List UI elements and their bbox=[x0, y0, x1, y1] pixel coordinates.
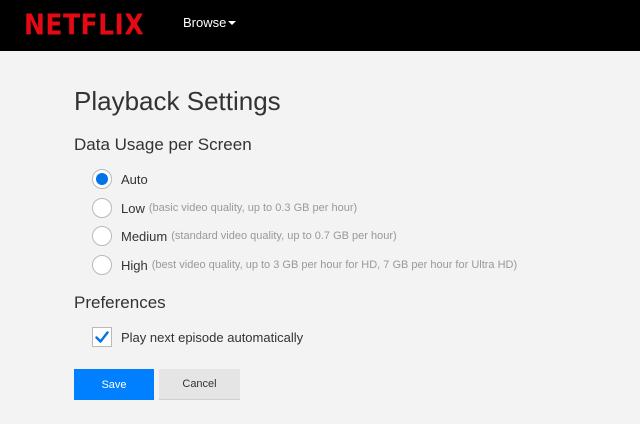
preferences-heading: Preferences bbox=[74, 293, 166, 312]
browse-label: Browse bbox=[183, 15, 227, 30]
radio-button-low[interactable] bbox=[92, 198, 112, 218]
autoplay-label: Play next episode automatically bbox=[121, 329, 304, 345]
radio-description-medium: (standard video quality, up to 0.7 GB pe… bbox=[171, 230, 397, 242]
data-usage-heading: Data Usage per Screen bbox=[74, 135, 252, 154]
radio-option-medium[interactable]: Medium (standard video quality, up to 0.… bbox=[92, 225, 397, 247]
radio-option-auto[interactable]: Auto bbox=[92, 168, 148, 190]
page-title: Playback Settings bbox=[74, 86, 281, 116]
cancel-button[interactable]: Cancel bbox=[159, 369, 240, 400]
netflix-logo[interactable]: NETFLIX bbox=[24, 8, 144, 41]
browse-menu-button[interactable]: Browse bbox=[183, 15, 237, 30]
radio-description-high: (best video quality, up to 3 GB per hour… bbox=[151, 259, 518, 271]
radio-option-high[interactable]: High (best video quality, up to 3 GB per… bbox=[92, 254, 517, 276]
radio-label-auto: Auto bbox=[121, 171, 148, 187]
autoplay-checkbox[interactable] bbox=[92, 327, 112, 347]
autoplay-option[interactable]: Play next episode automatically bbox=[92, 326, 303, 348]
top-navigation-bar: NETFLIX Browse bbox=[0, 0, 640, 51]
save-button[interactable]: Save bbox=[74, 369, 154, 400]
radio-label-high: High bbox=[121, 257, 148, 273]
radio-button-auto[interactable] bbox=[92, 169, 112, 189]
radio-label-medium: Medium bbox=[121, 228, 168, 244]
radio-option-low[interactable]: Low (basic video quality, up to 0.3 GB p… bbox=[92, 197, 357, 219]
radio-button-medium[interactable] bbox=[92, 226, 112, 246]
radio-description-low: (basic video quality, up to 0.3 GB per h… bbox=[148, 202, 358, 214]
checkmark-icon bbox=[95, 331, 109, 343]
radio-label-low: Low bbox=[121, 200, 145, 216]
radio-button-high[interactable] bbox=[92, 255, 112, 275]
caret-down-icon bbox=[228, 21, 237, 25]
